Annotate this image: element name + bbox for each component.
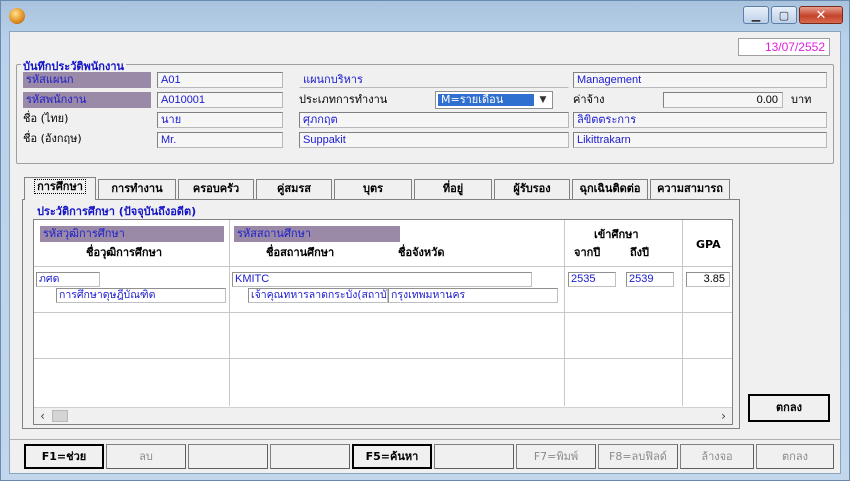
to-year-header: ถึงปี bbox=[630, 246, 650, 259]
gpa-header: GPA bbox=[696, 238, 721, 251]
maximize-icon: ▢ bbox=[778, 8, 790, 22]
toolbar-ok-button[interactable]: ตกลง bbox=[756, 444, 834, 469]
wage-field[interactable]: 0.00 bbox=[663, 92, 783, 108]
help-button[interactable]: F1=ช่วย bbox=[24, 444, 104, 469]
employee-info-group: บันทึกประวัติพนักงาน รหัสแผนก A01 แผนกบร… bbox=[16, 57, 834, 164]
first-name-th-field[interactable]: ศุภกฤต bbox=[299, 112, 569, 128]
education-history-title: ประวัติการศึกษา (ปัจจุบันถึงอดีต) bbox=[35, 202, 199, 220]
horizontal-scrollbar[interactable]: ‹ › bbox=[34, 407, 732, 424]
grid-col-divider bbox=[229, 220, 230, 406]
date-display: 13/07/2552 bbox=[738, 38, 830, 56]
name-en-label: ชื่อ (อังกฤษ) bbox=[23, 132, 82, 145]
degree-name-header: ชื่อวุฒิการศึกษา bbox=[86, 246, 163, 259]
search-button[interactable]: F5=ค้นหา bbox=[352, 444, 432, 469]
tab-family[interactable]: ครอบครัว bbox=[178, 179, 254, 199]
last-name-en-field[interactable]: Likittrakarn bbox=[573, 132, 827, 148]
dept-name-th: แผนกบริหาร bbox=[299, 72, 569, 88]
last-name-th-field[interactable]: ลิขิตตระการ bbox=[573, 112, 827, 128]
wage-label: ค่าจ้าง bbox=[573, 93, 605, 106]
dept-code-field[interactable]: A01 bbox=[157, 72, 283, 88]
to-year-cell[interactable]: 2539 bbox=[626, 272, 674, 287]
degree-code-header: รหัสวุฒิการศึกษา bbox=[40, 226, 224, 242]
tab-guarantor[interactable]: ผู้รับรอง bbox=[494, 179, 570, 199]
dept-name-en-field[interactable]: Management bbox=[573, 72, 827, 88]
grid-header-divider bbox=[34, 266, 732, 267]
grid-row-divider bbox=[34, 312, 732, 313]
school-name-cell[interactable]: เจ้าคุณทหารลาดกระบัง(สถาบัน bbox=[248, 288, 388, 303]
emp-type-select[interactable]: M=รายเดือน ▼ bbox=[435, 91, 553, 109]
gpa-cell[interactable]: 3.85 bbox=[686, 272, 730, 287]
clear-field-button[interactable]: F8=ลบฟิลด์ bbox=[598, 444, 678, 469]
grid-col-divider bbox=[564, 220, 565, 406]
scroll-thumb[interactable] bbox=[52, 410, 68, 422]
title-bar[interactable]: ▁ ▢ ✕ bbox=[1, 1, 849, 31]
emp-code-field[interactable]: A010001 bbox=[157, 92, 283, 108]
degree-name-cell[interactable]: การศึกษาดุษฎีบัณฑิต bbox=[56, 288, 226, 303]
from-year-header: จากปี bbox=[574, 246, 601, 259]
empty-fkey-button[interactable] bbox=[188, 444, 268, 469]
print-button[interactable]: F7=พิมพ์ bbox=[516, 444, 596, 469]
delete-button[interactable]: ลบ bbox=[106, 444, 186, 469]
dept-label: รหัสแผนก bbox=[23, 72, 151, 88]
tab-education[interactable]: การศึกษา bbox=[24, 177, 96, 200]
grid-row-divider bbox=[34, 358, 732, 359]
grid-col-divider bbox=[682, 220, 683, 406]
wage-unit: บาท bbox=[791, 93, 812, 106]
form-client-area: 13/07/2552 บันทึกประวัติพนักงาน รหัสแผนก… bbox=[9, 31, 841, 474]
education-grid: รหัสวุฒิการศึกษา ชื่อวุฒิการศึกษา รหัสสถ… bbox=[33, 219, 733, 425]
minimize-icon: ▁ bbox=[751, 8, 761, 22]
scroll-left-icon[interactable]: ‹ bbox=[34, 408, 51, 424]
from-year-cell[interactable]: 2535 bbox=[568, 272, 616, 287]
window-controls: ▁ ▢ ✕ bbox=[743, 6, 843, 24]
scroll-right-icon[interactable]: › bbox=[715, 408, 732, 424]
function-key-toolbar: F1=ช่วย ลบ F5=ค้นหา F7=พิมพ์ F8=ลบฟิลด์ … bbox=[10, 439, 840, 473]
app-icon bbox=[9, 8, 25, 24]
clear-screen-button[interactable]: ล้างจอ bbox=[680, 444, 754, 469]
tab-skills[interactable]: ความสามารถ bbox=[650, 179, 730, 199]
emp-type-label: ประเภทการทำงาน bbox=[299, 93, 388, 106]
empty-fkey-button[interactable] bbox=[270, 444, 350, 469]
close-button[interactable]: ✕ bbox=[799, 6, 843, 24]
close-icon: ✕ bbox=[815, 7, 827, 23]
emp-type-selected: M=รายเดือน bbox=[438, 94, 534, 106]
school-code-header: รหัสสถานศึกษา bbox=[234, 226, 400, 242]
province-header: ชื่อจังหวัด bbox=[398, 246, 445, 259]
app-window: ▁ ▢ ✕ 13/07/2552 บันทึกประวัติพนักงาน รห… bbox=[0, 0, 850, 481]
degree-code-cell[interactable]: ภศด bbox=[36, 272, 100, 287]
emp-code-label: รหัสพนักงาน bbox=[23, 92, 151, 108]
empty-fkey-button[interactable] bbox=[434, 444, 514, 469]
school-code-cell[interactable]: KMITC bbox=[232, 272, 532, 287]
tab-spouse[interactable]: คู่สมรส bbox=[256, 179, 332, 199]
title-en-field[interactable]: Mr. bbox=[157, 132, 283, 148]
tab-address[interactable]: ที่อยู่ bbox=[414, 179, 492, 199]
tab-emergency-contact[interactable]: ฉุกเฉินติดต่อ bbox=[572, 179, 648, 199]
province-cell[interactable]: กรุงเทพมหานคร bbox=[388, 288, 558, 303]
minimize-button[interactable]: ▁ bbox=[743, 6, 769, 24]
maximize-button[interactable]: ▢ bbox=[771, 6, 797, 24]
enrolled-header: เข้าศึกษา bbox=[594, 228, 639, 241]
chevron-down-icon[interactable]: ▼ bbox=[536, 94, 550, 106]
first-name-en-field[interactable]: Suppakit bbox=[299, 132, 569, 148]
tab-children[interactable]: บุตร bbox=[334, 179, 412, 199]
name-th-label: ชื่อ (ไทย) bbox=[23, 112, 69, 125]
education-tab-panel: ประวัติการศึกษา (ปัจจุบันถึงอดีต) รหัสวุ… bbox=[22, 199, 740, 429]
tab-work[interactable]: การทำงาน bbox=[98, 179, 176, 199]
title-th-field[interactable]: นาย bbox=[157, 112, 283, 128]
ok-button[interactable]: ตกลง bbox=[748, 394, 830, 422]
school-name-header: ชื่อสถานศึกษา bbox=[266, 246, 335, 259]
